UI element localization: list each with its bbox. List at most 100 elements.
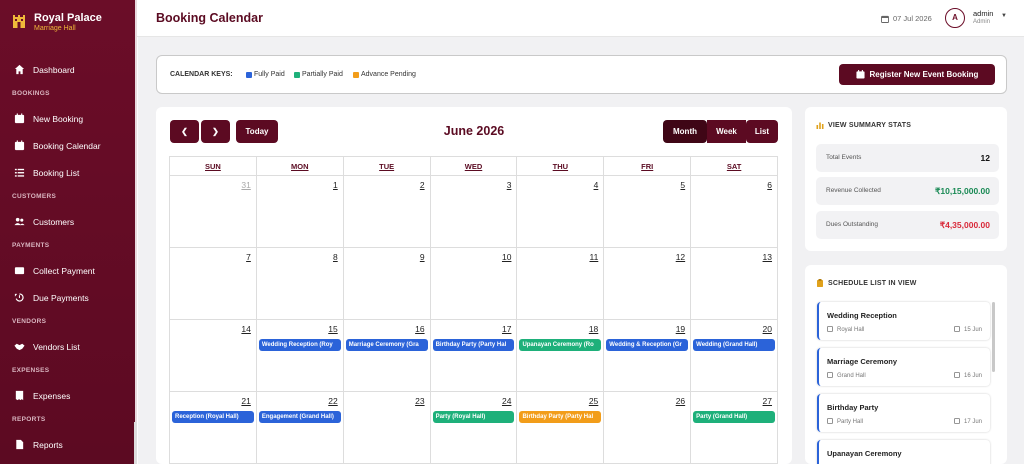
view-month-button[interactable]: Month bbox=[663, 120, 707, 143]
sidebar-item-dashboard[interactable]: Dashboard bbox=[0, 56, 137, 83]
sidebar-item-expenses[interactable]: Expenses bbox=[0, 382, 137, 409]
day-number[interactable]: 26 bbox=[676, 396, 685, 406]
day-number[interactable]: 20 bbox=[763, 324, 772, 334]
weekday-header[interactable]: SUN bbox=[170, 157, 257, 176]
day-number[interactable]: 19 bbox=[676, 324, 685, 334]
calendar-event[interactable]: Wedding & Reception (Gr bbox=[606, 339, 689, 351]
calendar-event[interactable]: Party (Royal Hall) bbox=[432, 411, 515, 423]
calendar-day-cell[interactable]: 10 bbox=[430, 248, 518, 320]
calendar-day-cell[interactable]: 25 Birthday Party (Party Hal bbox=[517, 392, 605, 464]
chevron-down-icon[interactable]: ▼ bbox=[1001, 13, 1007, 19]
day-number[interactable]: 13 bbox=[763, 252, 772, 262]
calendar-day-cell[interactable]: 24 Party (Royal Hall) bbox=[430, 392, 518, 464]
calendar-day-cell[interactable]: 5 bbox=[604, 176, 692, 248]
sidebar-item-booking-list[interactable]: Booking List bbox=[0, 159, 137, 186]
day-number[interactable]: 2 bbox=[420, 180, 425, 190]
calendar-day-cell[interactable]: 7 bbox=[170, 248, 257, 320]
day-number[interactable]: 5 bbox=[680, 180, 685, 190]
view-week-button[interactable]: Week bbox=[707, 120, 746, 143]
calendar-day-cell[interactable]: 27 Party (Grand Hall) bbox=[691, 392, 779, 464]
day-number[interactable]: 4 bbox=[594, 180, 599, 190]
calendar-day-cell[interactable]: 26 bbox=[604, 392, 692, 464]
sidebar-item-due-payments[interactable]: Due Payments bbox=[0, 284, 137, 311]
sidebar-item-collect-payment[interactable]: Collect Payment bbox=[0, 257, 137, 284]
calendar-event[interactable]: Reception (Royal Hall) bbox=[172, 411, 254, 423]
schedule-item[interactable]: Birthday Party Party Hall 17 Jun bbox=[817, 394, 990, 432]
day-number[interactable]: 23 bbox=[415, 396, 424, 406]
calendar-day-cell[interactable]: 6 bbox=[691, 176, 779, 248]
avatar[interactable]: A bbox=[945, 8, 965, 28]
day-number[interactable]: 6 bbox=[767, 180, 772, 190]
sidebar-item-customers[interactable]: Customers bbox=[0, 208, 137, 235]
calendar-day-cell[interactable]: 23 bbox=[343, 392, 431, 464]
day-number[interactable]: 9 bbox=[420, 252, 425, 262]
schedule-item[interactable]: Wedding Reception Royal Hall 15 Jun bbox=[817, 302, 990, 340]
sidebar-item-booking-calendar[interactable]: Booking Calendar bbox=[0, 132, 137, 159]
calendar-day-cell[interactable]: 12 bbox=[604, 248, 692, 320]
day-number[interactable]: 12 bbox=[676, 252, 685, 262]
day-number[interactable]: 15 bbox=[328, 324, 337, 334]
day-number[interactable]: 3 bbox=[507, 180, 512, 190]
calendar-day-cell[interactable]: 13 bbox=[691, 248, 779, 320]
schedule-item[interactable]: Upanayan Ceremony bbox=[817, 440, 990, 464]
calendar-event[interactable]: Birthday Party (Party Hal bbox=[519, 411, 602, 423]
calendar-day-cell[interactable]: 14 bbox=[170, 320, 257, 392]
user-name[interactable]: admin bbox=[973, 10, 993, 18]
calendar-day-cell[interactable]: 17 Birthday Party (Party Hal bbox=[430, 320, 518, 392]
day-number[interactable]: 7 bbox=[246, 252, 251, 262]
calendar-day-cell[interactable]: 4 bbox=[517, 176, 605, 248]
sidebar-item-reports[interactable]: Reports bbox=[0, 431, 137, 458]
current-date-text: 07 Jul 2026 bbox=[893, 14, 932, 23]
calendar-day-cell[interactable]: 11 bbox=[517, 248, 605, 320]
day-number[interactable]: 17 bbox=[502, 324, 511, 334]
calendar-day-cell[interactable]: 3 bbox=[430, 176, 518, 248]
calendar-event[interactable]: Marriage Ceremony (Gra bbox=[345, 339, 428, 351]
calendar-day-cell[interactable]: 20 Wedding (Grand Hall) bbox=[691, 320, 779, 392]
day-number[interactable]: 18 bbox=[589, 324, 598, 334]
day-number[interactable]: 16 bbox=[415, 324, 424, 334]
calendar-event[interactable]: Birthday Party (Party Hal bbox=[432, 339, 515, 351]
calendar-day-cell[interactable]: 15 Wedding Reception (Roy bbox=[256, 320, 344, 392]
day-number[interactable]: 22 bbox=[328, 396, 337, 406]
day-number[interactable]: 11 bbox=[589, 252, 598, 262]
sidebar-scroll-thumb[interactable] bbox=[134, 422, 137, 464]
sidebar-item-new-booking[interactable]: New Booking bbox=[0, 105, 137, 132]
calendar-day-cell[interactable]: 1 bbox=[256, 176, 344, 248]
weekday-header[interactable]: TUE bbox=[343, 157, 431, 176]
weekday-header[interactable]: FRI bbox=[604, 157, 692, 176]
calendar-day-cell[interactable]: 18 Upanayan Ceremony (Ro bbox=[517, 320, 605, 392]
calendar-event[interactable]: Party (Grand Hall) bbox=[693, 411, 776, 423]
sidebar-scrollbar[interactable] bbox=[135, 0, 138, 464]
calendar-day-cell[interactable]: 31 bbox=[170, 176, 257, 248]
weekday-header[interactable]: MON bbox=[256, 157, 344, 176]
weekday-header[interactable]: THU bbox=[517, 157, 605, 176]
calendar-event[interactable]: Engagement (Grand Hall) bbox=[258, 411, 341, 423]
calendar-event[interactable]: Wedding (Grand Hall) bbox=[693, 339, 776, 351]
calendar-event[interactable]: Upanayan Ceremony (Ro bbox=[519, 339, 602, 351]
weekday-header[interactable]: WED bbox=[430, 157, 518, 176]
day-number[interactable]: 31 bbox=[241, 180, 250, 190]
calendar-day-cell[interactable]: 22 Engagement (Grand Hall) bbox=[256, 392, 344, 464]
calendar-day-cell[interactable]: 19 Wedding & Reception (Gr bbox=[604, 320, 692, 392]
calendar-day-cell[interactable]: 9 bbox=[343, 248, 431, 320]
calendar-day-cell[interactable]: 16 Marriage Ceremony (Gra bbox=[343, 320, 431, 392]
calendar-day-cell[interactable]: 2 bbox=[343, 176, 431, 248]
day-number[interactable]: 27 bbox=[763, 396, 772, 406]
day-number[interactable]: 14 bbox=[241, 324, 250, 334]
weekday-header[interactable]: SAT bbox=[691, 157, 779, 176]
day-number[interactable]: 10 bbox=[502, 252, 511, 262]
day-number[interactable]: 8 bbox=[333, 252, 338, 262]
day-number[interactable]: 21 bbox=[241, 396, 250, 406]
register-event-button[interactable]: Register New Event Booking bbox=[839, 64, 995, 85]
schedule-scrollbar[interactable] bbox=[992, 302, 995, 372]
day-number[interactable]: 1 bbox=[333, 180, 338, 190]
calendar-day-cell[interactable]: 21 Reception (Royal Hall) bbox=[170, 392, 257, 464]
calendar-day-cell[interactable]: 8 bbox=[256, 248, 344, 320]
brand[interactable]: Royal Palace Marriage Hall bbox=[0, 0, 137, 46]
schedule-item[interactable]: Marriage Ceremony Grand Hall 16 Jun bbox=[817, 348, 990, 386]
sidebar-item-vendors-list[interactable]: Vendors List bbox=[0, 333, 137, 360]
day-number[interactable]: 24 bbox=[502, 396, 511, 406]
view-list-button[interactable]: List bbox=[746, 120, 778, 143]
calendar-event[interactable]: Wedding Reception (Roy bbox=[258, 339, 341, 351]
day-number[interactable]: 25 bbox=[589, 396, 598, 406]
